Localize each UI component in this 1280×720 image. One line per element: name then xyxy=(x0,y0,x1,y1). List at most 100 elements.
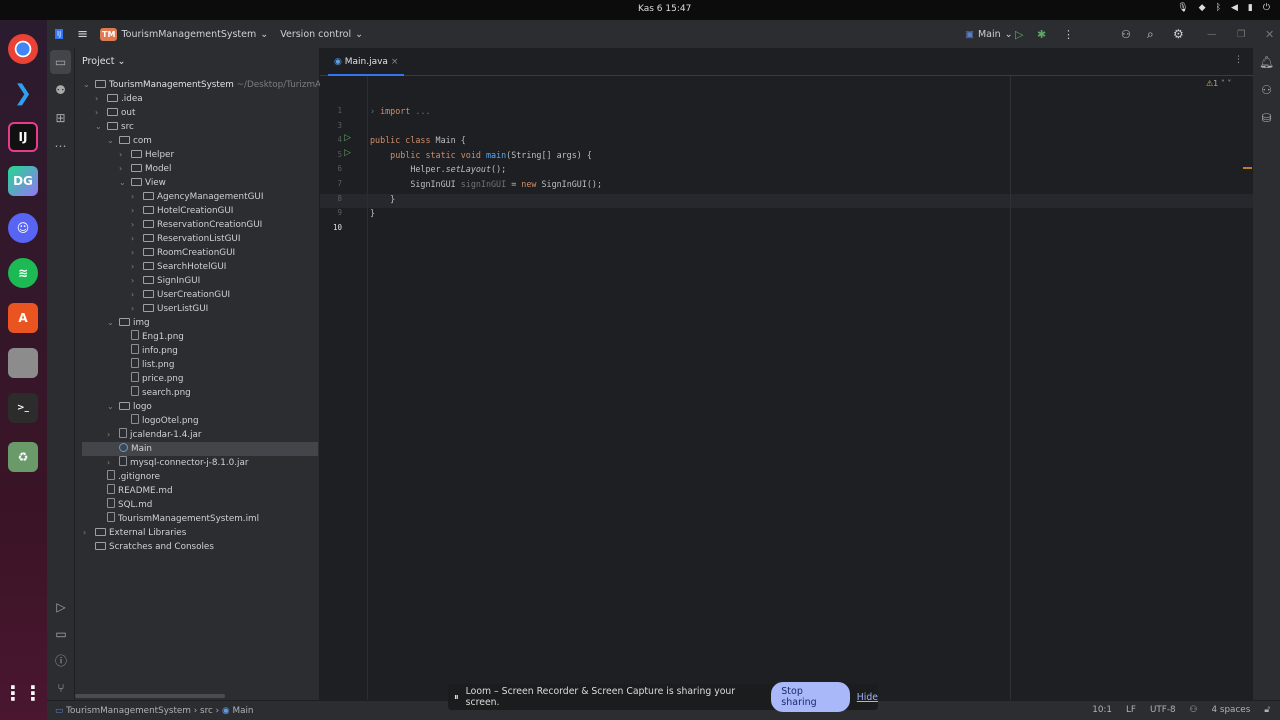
expand-arrow-icon[interactable]: ⌄ xyxy=(107,134,119,148)
file-encoding[interactable]: UTF-8 xyxy=(1150,705,1176,715)
discord-icon[interactable]: ☺ xyxy=(8,213,38,243)
database-icon[interactable]: ⛁ xyxy=(1253,104,1280,132)
datagrip-icon[interactable]: DG xyxy=(8,166,38,196)
main-menu-icon[interactable]: ≡ xyxy=(77,27,88,42)
commit-icon[interactable]: ⚉ xyxy=(47,76,74,104)
expand-arrow-icon[interactable]: › xyxy=(131,218,143,232)
chrome-icon[interactable] xyxy=(8,34,38,64)
vcs-selector[interactable]: Version control ⌄ xyxy=(280,29,363,40)
inspection-widget[interactable]: ⚠1 ˄ ˅ xyxy=(1206,79,1231,88)
volume-icon[interactable]: ◀ xyxy=(1231,3,1238,13)
hide-button[interactable]: Hide xyxy=(857,692,878,703)
expand-arrow-icon[interactable]: › xyxy=(107,428,119,442)
mic-icon[interactable]: 🎙 xyxy=(1177,3,1188,13)
expand-arrow-icon[interactable]: › xyxy=(131,302,143,316)
intellij-icon[interactable]: IJ xyxy=(8,122,38,152)
chevron-down-icon[interactable]: ˅ xyxy=(1227,79,1231,88)
tree-item[interactable]: › mysql-connector-j-8.1.0.jar xyxy=(107,456,343,470)
search-icon[interactable]: ⌕ xyxy=(1147,27,1154,42)
gear-icon[interactable]: ⚙ xyxy=(1173,27,1184,41)
expand-arrow-icon[interactable]: › xyxy=(95,92,107,106)
files-icon[interactable] xyxy=(8,348,38,378)
add-user-icon[interactable]: ⚇ xyxy=(1121,28,1131,41)
notifications-icon[interactable]: 🔔︎ xyxy=(1253,48,1280,76)
tab-options-icon[interactable]: ⋮ xyxy=(1234,55,1243,65)
warning-marker[interactable] xyxy=(1243,167,1252,169)
expand-arrow-icon[interactable]: ⌄ xyxy=(119,176,131,190)
breadcrumb-project[interactable]: TourismManagementSystem xyxy=(66,706,191,716)
breadcrumb-main[interactable]: Main xyxy=(233,706,254,716)
indent-setting[interactable]: 4 spaces xyxy=(1212,705,1251,715)
ai-icon[interactable]: ⚇ xyxy=(1190,705,1198,715)
lock-icon[interactable]: 🔓︎ xyxy=(1264,705,1270,715)
more-icon[interactable]: ⋮ xyxy=(1063,28,1074,41)
tree-item[interactable]: › jcalendar-1.4.jar xyxy=(107,428,343,442)
more-tools-icon[interactable]: ⋯ xyxy=(47,132,74,160)
close-tab-icon[interactable]: × xyxy=(391,57,399,67)
breadcrumb[interactable]: ▭ TourismManagementSystem › src › ◉ Main xyxy=(55,706,254,716)
tree-item[interactable]: .gitignore xyxy=(95,470,331,484)
tree-item[interactable]: ⌄ com xyxy=(107,134,343,148)
horizontal-scrollbar[interactable] xyxy=(75,694,225,698)
debug-icon[interactable]: ✱ xyxy=(1037,28,1046,41)
expand-arrow-icon[interactable]: › xyxy=(107,456,119,470)
vscode-icon[interactable]: ❯ xyxy=(8,78,38,108)
structure-icon[interactable]: ⊞ xyxy=(47,104,74,132)
tree-item[interactable]: › .idea xyxy=(95,92,331,106)
app-grid-icon[interactable]: ⋮⋮ xyxy=(3,678,43,708)
expand-arrow-icon[interactable]: ⌄ xyxy=(107,316,119,330)
pause-icon[interactable]: ⏸ xyxy=(454,692,459,703)
tree-item[interactable]: › External Libraries xyxy=(83,526,319,540)
code-line[interactable]: public static void main(String[] args) { xyxy=(370,150,592,160)
project-panel-title[interactable]: Project ⌄ xyxy=(75,48,319,76)
expand-arrow-icon[interactable]: › xyxy=(131,204,143,218)
ai-assistant-icon[interactable]: ⚇ xyxy=(1253,76,1280,104)
run-icon[interactable]: ▷ xyxy=(1015,28,1023,41)
expand-arrow-icon[interactable]: › xyxy=(119,162,131,176)
tree-item[interactable]: TourismManagementSystem.iml xyxy=(95,512,331,526)
tree-item[interactable]: Scratches and Consoles xyxy=(83,540,319,554)
expand-arrow-icon[interactable]: › xyxy=(131,288,143,302)
folder-icon[interactable]: ▭ xyxy=(50,50,71,74)
trash-icon[interactable]: ♻ xyxy=(8,442,38,472)
code-line[interactable]: SignInGUI signInGUI = new SignInGUI(); xyxy=(370,179,602,189)
problems-icon[interactable]: ⓘ xyxy=(47,647,75,675)
close-icon[interactable]: ✕ xyxy=(1265,28,1274,41)
expand-arrow-icon[interactable]: › xyxy=(119,148,131,162)
stop-sharing-button[interactable]: Stop sharing xyxy=(771,682,850,712)
expand-arrow-icon[interactable]: ⌄ xyxy=(107,400,119,414)
project-selector[interactable]: TM TourismManagementSystem ⌄ xyxy=(100,27,268,41)
expand-arrow-icon[interactable]: › xyxy=(95,106,107,120)
services-icon[interactable]: ▷ xyxy=(47,593,75,621)
run-config-selector[interactable]: ▣ Main ⌄ xyxy=(965,29,1013,40)
expand-arrow-icon[interactable]: › xyxy=(131,260,143,274)
maximize-icon[interactable]: ❐ xyxy=(1237,29,1246,40)
spotify-icon[interactable]: ≋ xyxy=(8,258,38,288)
caret-position[interactable]: 10:1 xyxy=(1092,705,1112,715)
expand-arrow-icon[interactable]: › xyxy=(131,246,143,260)
tree-item[interactable]: ⌄ logo xyxy=(107,400,343,414)
battery-icon[interactable]: ▮ xyxy=(1248,3,1253,13)
expand-arrow-icon[interactable]: › xyxy=(131,232,143,246)
tree-item[interactable]: Main xyxy=(82,442,318,456)
terminal-icon[interactable]: >_ xyxy=(8,393,38,423)
code-line[interactable]: } xyxy=(370,194,395,204)
terminal-tool-icon[interactable]: ▭ xyxy=(47,620,75,648)
run-gutter-icon[interactable]: ▷ xyxy=(344,133,351,143)
line-separator[interactable]: LF xyxy=(1126,705,1136,715)
app-center-icon[interactable]: A xyxy=(8,303,38,333)
expand-arrow-icon[interactable]: › xyxy=(83,526,95,540)
clock[interactable]: Kas 6 15:47 xyxy=(638,4,691,14)
tree-root[interactable]: ⌄ TourismManagementSystem ~/Desktop/Turiz… xyxy=(83,78,326,92)
minimize-icon[interactable]: — xyxy=(1207,29,1217,40)
chevron-up-icon[interactable]: ˄ xyxy=(1221,79,1225,88)
git-icon[interactable]: ⑂ xyxy=(47,674,75,702)
power-icon[interactable]: ⏻ xyxy=(1263,3,1270,13)
run-gutter-icon[interactable]: ▷ xyxy=(344,148,351,158)
tree-item[interactable]: ⌄ src xyxy=(95,120,331,134)
code-line[interactable]: › import ... xyxy=(370,106,431,116)
code-line[interactable]: Helper.setLayout(); xyxy=(370,164,506,174)
expand-arrow-icon[interactable]: › xyxy=(131,190,143,204)
system-tray[interactable]: 🎙 ◆ ᛒ ◀ ▮ ⏻ xyxy=(1177,3,1270,13)
tab-main-java[interactable]: ◉ Main.java × xyxy=(328,48,405,76)
